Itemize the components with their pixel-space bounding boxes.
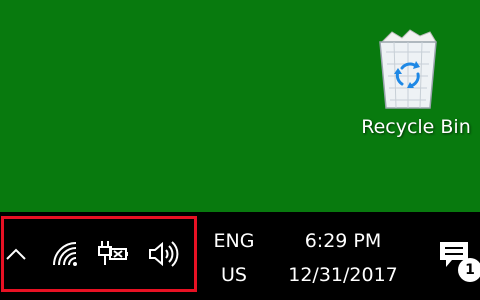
clock-time: 6:29 PM: [304, 230, 382, 252]
keyboard-region: US: [221, 264, 247, 286]
clock-button[interactable]: 6:29 PM 12/31/2017: [278, 224, 408, 300]
desktop: Recycle Bin: [0, 0, 480, 212]
recycle-bin-icon: [379, 29, 437, 109]
input-language-button[interactable]: ENG US: [204, 224, 264, 300]
chevron-up-icon: [6, 248, 26, 260]
recycle-bin-shortcut[interactable]: Recycle Bin: [336, 28, 480, 180]
volume-button[interactable]: [144, 236, 184, 272]
speaker-icon: [149, 241, 179, 267]
clock-date: 12/31/2017: [288, 264, 398, 286]
network-button[interactable]: [46, 236, 86, 272]
wifi-icon: [53, 242, 77, 266]
notification-count-badge: 1: [458, 258, 480, 282]
show-hidden-icons-button[interactable]: [2, 236, 30, 272]
recycle-bin-label: Recycle Bin: [361, 116, 471, 138]
taskbar: ENG US 6:29 PM 12/31/2017 1: [0, 212, 480, 300]
action-center-button[interactable]: 1: [436, 236, 480, 288]
power-button[interactable]: [94, 236, 134, 272]
battery-plug-icon: [98, 241, 128, 265]
language-code: ENG: [213, 230, 255, 252]
